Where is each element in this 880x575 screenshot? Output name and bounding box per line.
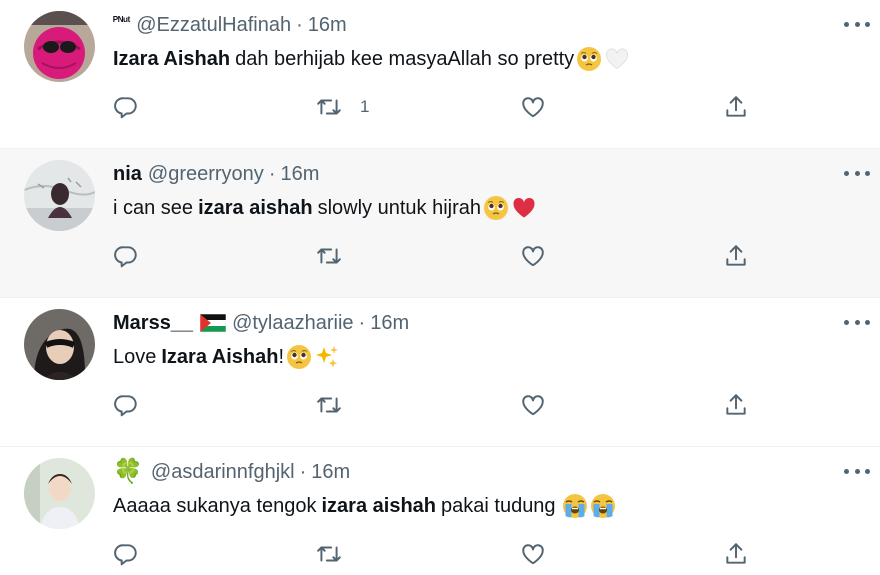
reply-button[interactable] [113,391,139,419]
like-icon [520,541,546,567]
share-button[interactable] [723,391,749,419]
more-icon[interactable] [844,14,870,34]
tweet-text: i can see izara aishah slowly untuk hijr… [113,195,537,221]
share-button[interactable] [723,242,749,270]
tweet-text-post: pakai tudung [441,494,556,517]
sparkles-emoji [314,344,340,370]
share-icon [723,243,749,269]
retweet-icon [316,94,342,120]
user-handle[interactable]: @asdarinnfghjkl [151,461,295,484]
display-name[interactable]: nia [113,163,142,186]
display-name[interactable]: Marss__ [113,312,193,335]
tweet-text-bold: izara aishah [198,196,313,219]
user-handle[interactable]: @greerryony [148,163,264,186]
tweet-text: Love Izara Aishah ! [113,344,340,370]
retweet-button[interactable] [316,242,342,270]
share-button[interactable] [723,93,749,121]
display-name[interactable]: ᴾᴺᵘᵗ [113,14,130,28]
timestamp[interactable]: 16m [280,163,319,186]
like-icon [520,243,546,269]
like-icon [520,392,546,418]
avatar[interactable] [24,458,95,529]
tweet-header: Marss__ @tylaazhariie · 16m [113,310,409,336]
user-handle[interactable]: @EzzatulHafinah [136,14,291,37]
separator-dot: · [299,460,307,483]
avatar[interactable] [24,160,95,231]
retweet-button[interactable] [316,540,342,568]
tweet-text-bold: Izara Aishah [161,345,279,368]
tweet[interactable]: ᴾᴺᵘᵗ @EzzatulHafinah · 16m Izara Aishah … [0,0,880,149]
reply-icon [113,94,139,120]
tweet-text-pre: Love [113,345,157,368]
share-icon [723,541,749,567]
tweet[interactable]: 🍀 @asdarinnfghjkl · 16m Aaaaa sukanya te… [0,447,880,575]
reply-button[interactable] [113,540,139,568]
retweet-count: 1 [360,97,370,116]
share-button[interactable] [723,540,749,568]
retweet-icon [316,541,342,567]
retweet-icon [316,243,342,269]
like-button[interactable] [520,93,546,121]
red-heart-emoji [511,195,537,221]
tweet[interactable]: nia @greerryony · 16m i can see izara ai… [0,149,880,298]
avatar[interactable] [24,309,95,380]
reply-button[interactable] [113,242,139,270]
loudly-crying-face-emoji [562,493,588,519]
timestamp[interactable]: 16m [308,14,347,37]
retweet-icon [316,392,342,418]
tweet-text-post: ! [278,345,285,368]
retweet-button[interactable]: 1 [316,93,369,121]
tweet-text-pre: i can see [113,196,194,219]
more-icon[interactable] [844,312,870,332]
palestine-flag-emoji [200,314,227,332]
reply-icon [113,392,139,418]
display-name[interactable]: 🍀 [113,460,143,484]
avatar[interactable] [24,11,95,82]
reply-button[interactable] [113,93,139,121]
user-handle[interactable]: @tylaazhariie [232,312,353,335]
share-icon [723,392,749,418]
timestamp[interactable]: 16m [311,461,350,484]
timestamp[interactable]: 16m [370,312,409,335]
pleading-face-emoji [576,46,602,72]
tweet[interactable]: Marss__ @tylaazhariie · 16m Love Izara A… [0,298,880,447]
tweet-text: Izara Aishah dah berhijab kee masyaAllah… [113,46,630,72]
share-icon [723,94,749,120]
tweet-header: nia @greerryony · 16m [113,161,319,187]
separator-dot: · [296,13,303,36]
tweet-text-bold: Izara Aishah [113,47,231,70]
like-button[interactable] [520,242,546,270]
tweet-actions: 1 [113,93,763,121]
tweet-header: 🍀 @asdarinnfghjkl · 16m [113,459,350,485]
white-heart-emoji [604,46,630,72]
tweet-text-bold: izara aishah [321,494,437,517]
reply-icon [113,243,139,269]
retweet-button[interactable] [316,391,342,419]
pleading-face-emoji [286,344,312,370]
more-icon[interactable] [844,461,870,481]
tweet-actions [113,242,763,270]
loudly-crying-face-emoji [590,493,616,519]
tweet-text-post: dah berhijab kee masyaAllah so pretty [235,47,575,70]
reply-icon [113,541,139,567]
more-icon[interactable] [844,163,870,183]
tweet-feed: ᴾᴺᵘᵗ @EzzatulHafinah · 16m Izara Aishah … [0,0,880,575]
like-button[interactable] [520,540,546,568]
tweet-text-post: slowly untuk hijrah [317,196,481,219]
tweet-actions [113,391,763,419]
like-button[interactable] [520,391,546,419]
tweet-text: Aaaaa sukanya tengok izara aishah pakai … [113,493,616,519]
tweet-header: ᴾᴺᵘᵗ @EzzatulHafinah · 16m [113,12,347,38]
separator-dot: · [268,162,276,185]
tweet-actions [113,540,763,568]
tweet-text-pre: Aaaaa sukanya tengok [113,494,317,517]
separator-dot: · [358,311,366,334]
pleading-face-emoji [483,195,509,221]
like-icon [520,94,546,120]
